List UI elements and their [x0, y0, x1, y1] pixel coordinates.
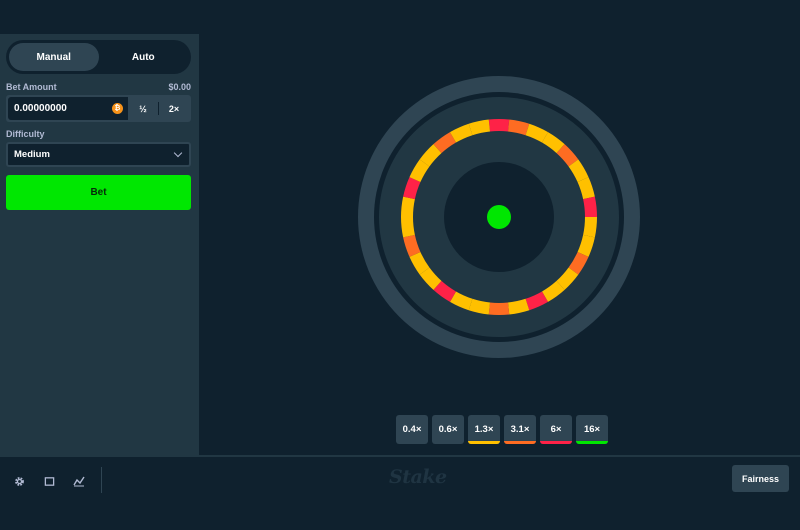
wheel-pointer-dot — [487, 205, 511, 229]
tab-auto[interactable]: Auto — [99, 43, 189, 71]
bet-sidebar: Manual Auto Bet Amount $0.00 ₿ ½ 2× Diff… — [0, 34, 199, 455]
wheel-segment — [583, 217, 597, 238]
bet-amount-group: ₿ ½ 2× — [6, 95, 191, 122]
multiplier-color-bar — [504, 441, 536, 444]
double-bet-button[interactable]: 2× — [159, 97, 189, 120]
bet-amount-label-row: Bet Amount $0.00 — [6, 82, 191, 92]
bet-amount-input[interactable] — [14, 103, 104, 114]
multiplier-chip: 3.1× — [504, 415, 536, 444]
multiplier-label: 1.3× — [474, 424, 494, 435]
bet-button[interactable]: Bet — [6, 175, 191, 210]
multiplier-color-bar — [576, 441, 608, 444]
multiplier-chip: 6× — [540, 415, 572, 444]
multiplier-label: 0.6× — [438, 424, 458, 435]
multiplier-chip: 1.3× — [468, 415, 500, 444]
footer-icon-group — [12, 474, 86, 488]
bet-amount-field-wrap: ₿ — [8, 97, 128, 120]
multiplier-label: 3.1× — [510, 424, 530, 435]
difficulty-label: Difficulty — [6, 129, 45, 139]
mode-toggle: Manual Auto — [6, 40, 191, 74]
bet-amount-usd: $0.00 — [168, 82, 191, 92]
difficulty-label-row: Difficulty — [6, 129, 191, 139]
multiplier-chip: 16× — [576, 415, 608, 444]
multiplier-label: 6× — [550, 424, 562, 435]
difficulty-value: Medium — [14, 149, 50, 160]
game-area: 0.4× 0.6× 1.3× 3.1× 6× 16× — [199, 34, 800, 455]
multiplier-list: 0.4× 0.6× 1.3× 3.1× 6× 16× — [396, 415, 608, 444]
top-bar — [0, 0, 800, 34]
half-bet-button[interactable]: ½ — [128, 97, 158, 120]
stake-logo: Stake — [389, 466, 447, 488]
fairness-button[interactable]: Fairness — [732, 465, 789, 492]
settings-icon[interactable] — [12, 474, 26, 488]
bitcoin-icon: ₿ — [112, 103, 123, 114]
footer-divider — [101, 467, 102, 493]
wheel-segment — [488, 119, 510, 132]
multiplier-chip: 0.6× — [432, 415, 464, 444]
wheel-segment — [583, 196, 597, 217]
theatre-mode-icon[interactable] — [42, 474, 56, 488]
wheel — [358, 76, 640, 358]
footer-bar: Stake Fairness — [0, 455, 800, 530]
bet-amount-label: Bet Amount — [6, 82, 57, 92]
difficulty-select[interactable]: Medium — [6, 142, 191, 167]
multiplier-color-bar — [540, 441, 572, 444]
wheel-segment — [401, 217, 415, 238]
multiplier-label: 0.4× — [402, 424, 422, 435]
multiplier-chip: 0.4× — [396, 415, 428, 444]
wheel-segment — [401, 196, 415, 217]
multiplier-label: 16× — [583, 424, 601, 435]
multiplier-color-bar — [468, 441, 500, 444]
tab-manual[interactable]: Manual — [9, 43, 99, 71]
wheel-segment — [488, 302, 510, 315]
chevron-down-icon — [173, 148, 183, 158]
stats-icon[interactable] — [72, 474, 86, 488]
